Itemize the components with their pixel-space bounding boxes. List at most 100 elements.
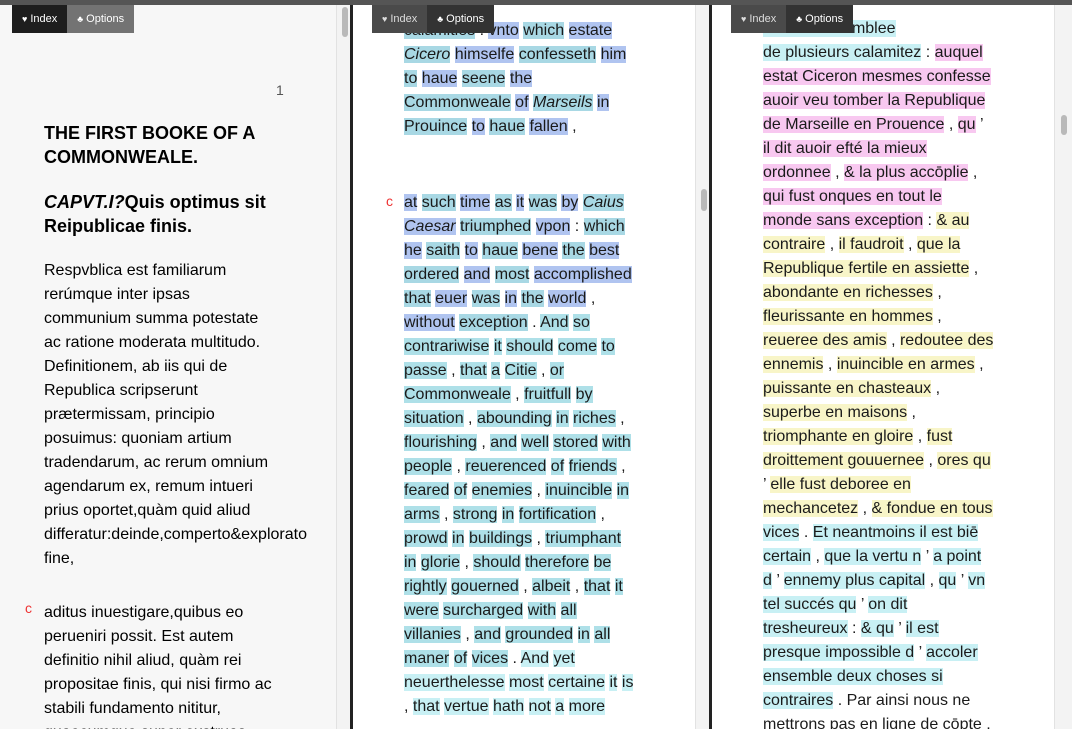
index-button[interactable]: ♥ Index (731, 5, 787, 33)
highlighted-word[interactable]: fleurissante en hommes (763, 308, 933, 325)
highlighted-word[interactable]: fallen (529, 118, 568, 135)
highlighted-word[interactable]: abondante en richesses (763, 284, 933, 301)
highlighted-word[interactable]: is (621, 674, 634, 691)
highlighted-word[interactable]: que la (916, 236, 961, 253)
section-marker[interactable]: c (386, 193, 393, 209)
highlighted-word[interactable]: not (528, 698, 551, 715)
right-scrollbar[interactable] (1054, 5, 1072, 729)
highlighted-word[interactable]: on dit (868, 596, 908, 613)
highlighted-word[interactable]: vpon (535, 218, 571, 235)
highlighted-word[interactable]: him (600, 46, 627, 63)
highlighted-word[interactable]: ennemis (763, 356, 824, 373)
highlighted-word[interactable]: qu (957, 116, 976, 133)
highlighted-word[interactable]: should (506, 338, 554, 355)
highlighted-word[interactable]: that (460, 362, 487, 379)
highlighted-word[interactable]: at (404, 194, 418, 211)
highlighted-word[interactable]: in (404, 554, 417, 571)
highlighted-word[interactable]: accoler (926, 644, 978, 661)
highlighted-word[interactable]: more (568, 698, 606, 715)
highlighted-word[interactable]: que la vertu n (824, 548, 922, 565)
highlighted-word[interactable]: reueree des amis (763, 332, 887, 349)
highlighted-word[interactable]: so (573, 314, 590, 331)
right-scroll-thumb[interactable] (1061, 115, 1067, 135)
highlighted-word[interactable]: triumphed (460, 218, 532, 235)
highlighted-word[interactable]: Citie (504, 362, 537, 379)
highlighted-word[interactable]: fruitfull (524, 386, 572, 403)
highlighted-word[interactable]: well (521, 434, 549, 451)
highlighted-word[interactable]: and (474, 626, 501, 643)
highlighted-word[interactable]: il dit auoir efté la mieux (763, 140, 927, 157)
highlighted-word[interactable]: neuerthelesse (404, 674, 505, 691)
highlighted-word[interactable]: fortification (518, 506, 597, 523)
highlighted-word[interactable]: enemies (471, 482, 533, 499)
highlighted-word[interactable]: that (583, 578, 611, 595)
highlighted-word[interactable]: in (616, 482, 630, 499)
highlighted-word[interactable]: saith (426, 242, 461, 259)
highlighted-word[interactable]: feared (404, 482, 450, 499)
highlighted-word[interactable]: vices (471, 650, 509, 667)
highlighted-word[interactable]: surcharged (443, 602, 524, 619)
highlighted-word[interactable]: most (494, 266, 530, 283)
section-marker[interactable]: c (25, 600, 32, 616)
highlighted-word[interactable]: qui fust onques en tout le (763, 188, 942, 205)
highlighted-word[interactable]: should (473, 554, 521, 571)
highlighted-word[interactable]: prowd (404, 530, 448, 547)
highlighted-word[interactable]: redoutee des (899, 332, 994, 349)
highlighted-word[interactable]: passe (404, 362, 447, 379)
highlighted-word[interactable]: Prouince (404, 118, 468, 135)
highlighted-word[interactable]: ordonnee (763, 164, 831, 181)
highlighted-word[interactable]: & au (936, 212, 970, 229)
highlighted-word[interactable]: tresheureux (763, 620, 848, 637)
highlighted-word[interactable]: Republique fertile en assiette (763, 260, 970, 277)
highlighted-word[interactable]: was (471, 290, 501, 307)
highlighted-word[interactable]: to (471, 118, 485, 135)
highlighted-word[interactable]: ennemy plus capital (783, 572, 926, 589)
highlighted-word[interactable]: ordered (404, 266, 460, 283)
highlighted-word[interactable]: it (493, 338, 502, 355)
highlighted-word[interactable]: exception (459, 314, 528, 331)
highlighted-word[interactable]: il est (905, 620, 939, 637)
highlighted-word[interactable]: ores qu (937, 452, 991, 469)
highlighted-word[interactable]: a point (933, 548, 982, 565)
highlighted-word[interactable]: yet (553, 650, 575, 667)
highlighted-word[interactable]: in (501, 506, 515, 523)
highlighted-word[interactable]: buildings (468, 530, 533, 547)
highlighted-word[interactable]: situation (404, 410, 464, 427)
options-button[interactable]: ♣ Options (786, 5, 854, 33)
highlighted-word[interactable]: haue (489, 118, 525, 135)
highlighted-word[interactable]: riches (573, 410, 616, 427)
highlighted-word[interactable]: world (548, 290, 587, 307)
highlighted-word[interactable]: himselfe (454, 46, 515, 63)
highlighted-word[interactable]: therefore (525, 554, 590, 571)
highlighted-word[interactable]: maner (404, 650, 450, 667)
highlighted-word[interactable]: of (550, 458, 565, 475)
highlighted-word[interactable]: grounded (505, 626, 574, 643)
highlighted-word[interactable]: contraire (763, 236, 826, 253)
index-button[interactable]: ♥ Index (12, 5, 68, 33)
highlighted-word[interactable]: certaine (548, 674, 606, 691)
highlighted-word[interactable]: droittement gouuernee (763, 452, 924, 469)
highlighted-word[interactable]: come (557, 338, 597, 355)
options-button[interactable]: ♣ Options (67, 5, 135, 33)
highlighted-word[interactable]: arms (404, 506, 440, 523)
highlighted-word[interactable]: accomplished (533, 266, 632, 283)
highlighted-word[interactable]: the (562, 242, 585, 259)
highlighted-word[interactable]: by (561, 194, 579, 211)
highlighted-word[interactable]: a (491, 362, 501, 379)
highlighted-word[interactable]: triomphante en gloire (763, 428, 914, 445)
highlighted-word[interactable]: elle fust deboree en (770, 476, 911, 493)
highlighted-word[interactable]: was (528, 194, 557, 211)
highlighted-word[interactable]: to (464, 242, 478, 259)
highlighted-word[interactable]: all (560, 602, 577, 619)
index-button[interactable]: ♥ Index (372, 5, 428, 33)
highlighted-word[interactable]: And (520, 650, 549, 667)
highlighted-word[interactable]: inuincible en armes (836, 356, 975, 373)
highlighted-word[interactable]: vn (968, 572, 986, 589)
highlighted-word[interactable]: abounding (476, 410, 552, 427)
highlighted-word[interactable]: albeit (532, 578, 571, 595)
highlighted-word[interactable]: time (460, 194, 491, 211)
highlighted-word[interactable]: it (614, 578, 623, 595)
highlighted-word[interactable]: to (601, 338, 615, 355)
highlighted-word[interactable]: triumphant (545, 530, 622, 547)
highlighted-word[interactable]: Marseils (532, 94, 593, 111)
